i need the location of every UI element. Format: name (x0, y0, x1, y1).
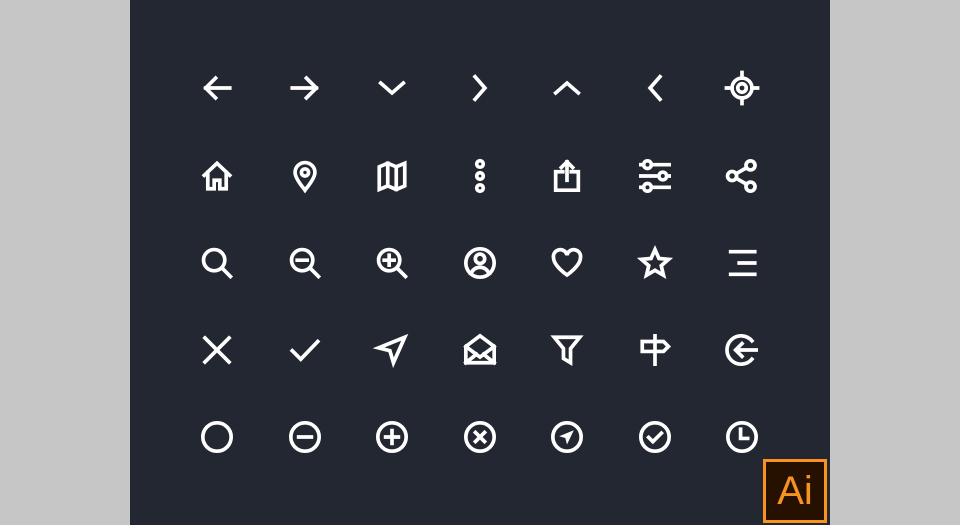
check-icon-glyph (289, 338, 321, 362)
sliders-icon (633, 154, 677, 198)
sliders-icon-glyph (638, 158, 672, 193)
home-icon-glyph (201, 160, 233, 191)
arrow-right-icon (283, 66, 327, 110)
icon-sheet-panel (130, 0, 830, 525)
icon-grid (130, 0, 830, 525)
chevron-left-icon-glyph (647, 74, 663, 102)
arrow-left-icon (195, 66, 239, 110)
signpost-icon (633, 328, 677, 372)
zoom-in-icon (370, 241, 414, 285)
check-icon (283, 328, 327, 372)
map-pin-icon (283, 154, 327, 198)
chevron-down-icon-glyph (378, 80, 406, 96)
x-circle-icon-glyph (463, 420, 497, 454)
user-circle-icon-glyph (463, 246, 497, 280)
home-icon (195, 154, 239, 198)
menu-right-icon (720, 241, 764, 285)
chevron-left-icon (633, 66, 677, 110)
chevron-right-icon (458, 66, 502, 110)
star-icon (633, 241, 677, 285)
zoom-out-icon (283, 241, 327, 285)
mail-open-icon (458, 328, 502, 372)
log-in-circle-icon-glyph (725, 334, 759, 366)
share-nodes-icon (720, 154, 764, 198)
plus-circle-icon-glyph (375, 420, 409, 454)
chevron-up-icon (545, 66, 589, 110)
navigation-circle-icon-glyph (550, 420, 584, 454)
navigation-icon (370, 328, 414, 372)
arrow-right-icon-glyph (290, 75, 319, 101)
share-upload-icon-glyph (553, 159, 581, 193)
more-vertical-icon-glyph (474, 158, 486, 194)
search-icon (195, 241, 239, 285)
close-icon-glyph (202, 335, 232, 365)
minus-circle-icon-glyph (288, 420, 322, 454)
chevron-up-icon-glyph (553, 80, 581, 96)
share-upload-icon (545, 154, 589, 198)
filter-icon (545, 328, 589, 372)
navigation-icon-glyph (372, 333, 409, 369)
heart-icon (545, 241, 589, 285)
zoom-out-icon-glyph (289, 247, 322, 280)
close-icon (195, 328, 239, 372)
chevron-down-icon (370, 66, 414, 110)
menu-right-icon-glyph (728, 249, 757, 277)
heart-icon-glyph (551, 247, 583, 278)
more-vertical-icon (458, 154, 502, 198)
target-icon (720, 66, 764, 110)
log-in-circle-icon (720, 328, 764, 372)
zoom-in-icon-glyph (376, 247, 409, 280)
check-circle-icon (633, 415, 677, 459)
signpost-icon-glyph (640, 333, 672, 367)
navigation-circle-icon (545, 415, 589, 459)
target-icon-glyph (724, 70, 760, 106)
star-icon-glyph (636, 245, 674, 279)
minus-circle-icon (283, 415, 327, 459)
arrow-left-icon-glyph (203, 75, 232, 101)
share-nodes-icon-glyph (725, 158, 757, 193)
plus-circle-icon (370, 415, 414, 459)
map-icon-glyph (377, 160, 407, 193)
x-circle-icon (458, 415, 502, 459)
map-pin-icon-glyph (293, 160, 317, 194)
map-icon (370, 154, 414, 198)
badge-label: Ai (777, 469, 813, 513)
circle-icon-glyph (200, 420, 234, 454)
check-circle-icon-glyph (638, 420, 672, 454)
clock-icon-glyph (725, 420, 759, 454)
circle-icon (195, 415, 239, 459)
mail-open-icon-glyph (463, 333, 497, 366)
adobe-illustrator-icon: Ai (763, 459, 827, 523)
user-circle-icon (458, 241, 502, 285)
clock-icon (720, 415, 764, 459)
search-icon-glyph (201, 247, 234, 280)
filter-icon-glyph (550, 335, 584, 367)
chevron-right-icon-glyph (472, 74, 488, 102)
